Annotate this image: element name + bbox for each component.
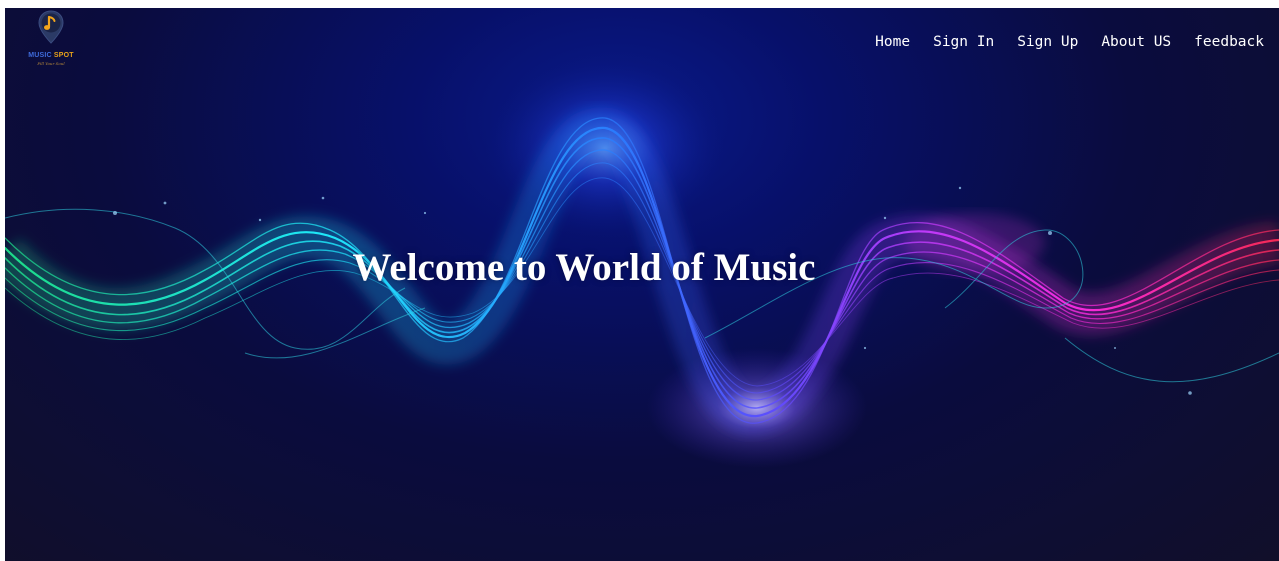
nav-home[interactable]: Home <box>875 32 910 52</box>
brand-logo[interactable]: MUSIC SPOT Fill Your Soul <box>27 10 75 66</box>
nav-feedback[interactable]: feedback <box>1194 32 1264 52</box>
brand-word-music: MUSIC <box>28 52 52 59</box>
nav-sign-up[interactable]: Sign Up <box>1017 32 1078 52</box>
brand-tagline: Fill Your Soul <box>37 61 65 66</box>
brand-name: MUSIC SPOT <box>27 52 75 60</box>
nav-about-us[interactable]: About US <box>1101 32 1171 52</box>
hero-headline: Welcome to World of Music <box>352 246 816 289</box>
hero-banner: MUSIC SPOT Fill Your Soul Home Sign In S… <box>5 8 1279 561</box>
brand-word-spot: SPOT <box>53 52 74 59</box>
top-nav: Home Sign In Sign Up About US feedback <box>875 32 1264 52</box>
nav-sign-in[interactable]: Sign In <box>933 32 994 52</box>
music-note-pin-icon <box>38 10 64 44</box>
